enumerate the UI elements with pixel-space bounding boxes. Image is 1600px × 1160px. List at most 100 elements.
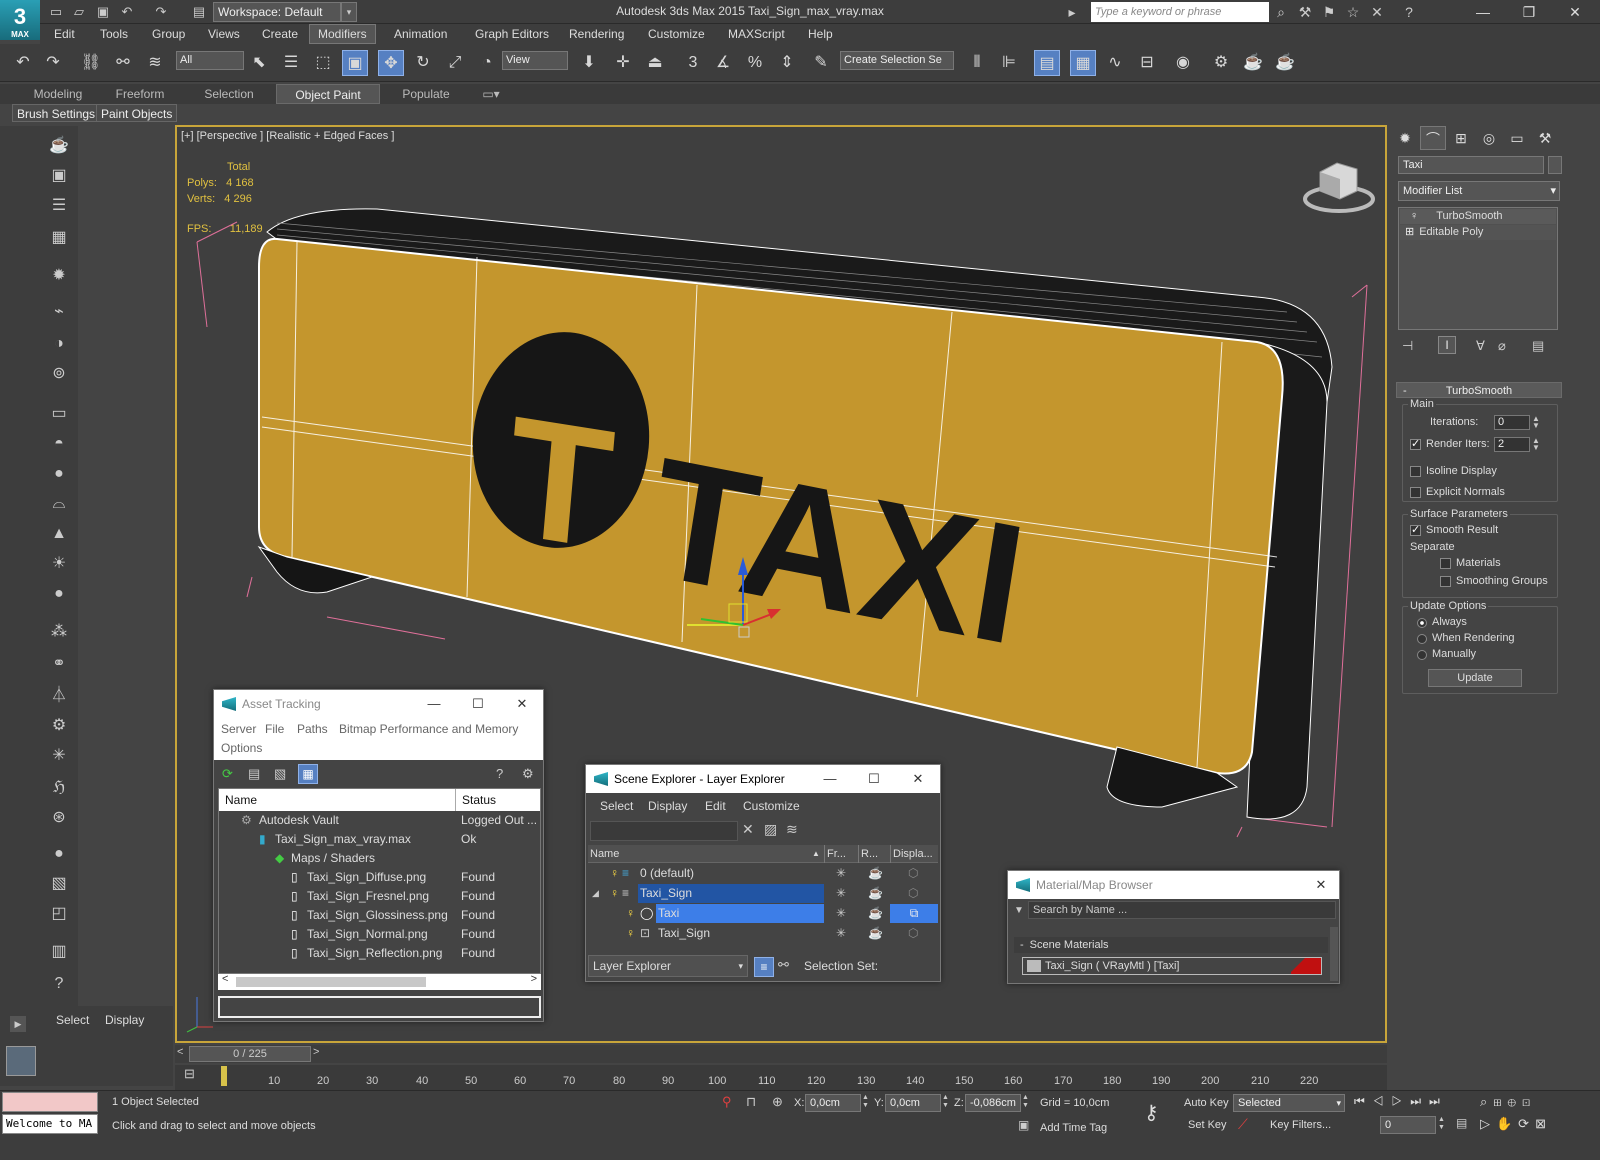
rectangular-selection-icon[interactable]: ⬚: [310, 50, 336, 76]
table-row[interactable]: ▮ Taxi_Sign_max_vray.max Ok: [219, 830, 540, 849]
display-label[interactable]: Display: [105, 1013, 144, 1027]
bulb-icon[interactable]: ♀: [1400, 210, 1428, 222]
smoothing-groups-checkbox[interactable]: [1440, 576, 1451, 587]
lock-selection-icon[interactable]: ⊓: [746, 1094, 756, 1110]
current-frame-field[interactable]: 0: [1380, 1116, 1436, 1134]
table-view-icon[interactable]: ▦: [298, 764, 318, 784]
menu-edit[interactable]: Edit: [46, 24, 83, 44]
list-view-icon[interactable]: ▤: [248, 766, 260, 782]
menu-group[interactable]: Group: [144, 24, 193, 44]
menu-help[interactable]: Help: [800, 24, 841, 44]
find-icon[interactable]: ▨: [764, 821, 777, 838]
render-setup-icon[interactable]: ⚙: [1208, 50, 1234, 76]
render-production-icon[interactable]: ☕: [1272, 50, 1298, 76]
transform-mode-icon[interactable]: ⊕: [772, 1094, 783, 1110]
redo-icon[interactable]: ↷: [40, 50, 66, 76]
minimize-button[interactable]: —: [412, 690, 456, 718]
scroll-left-icon[interactable]: <: [222, 973, 228, 985]
table-row[interactable]: ▯ Taxi_Sign_Fresnel.png Found: [219, 887, 540, 906]
menu-rendering[interactable]: Rendering: [561, 24, 632, 44]
help-icon[interactable]: ?: [496, 766, 503, 781]
object-color-swatch[interactable]: [1548, 156, 1562, 174]
key-filters-button[interactable]: Key Filters...: [1270, 1119, 1331, 1131]
layers-icon[interactable]: ◰: [47, 902, 71, 926]
window-crossing-icon[interactable]: ▣: [342, 50, 368, 76]
close-button[interactable]: ✕: [896, 765, 940, 793]
collapse-arrow-icon[interactable]: ◢: [592, 884, 599, 903]
explorer-type-dropdown[interactable]: Layer Explorer ▾: [588, 955, 748, 977]
menu-maxscript[interactable]: MAXScript: [720, 24, 793, 44]
render-teapot-icon[interactable]: ☕: [868, 864, 883, 883]
rendered-frame-window-icon[interactable]: ☕: [1240, 50, 1266, 76]
search-input[interactable]: Type a keyword or phrase: [1091, 2, 1269, 22]
col-status-header[interactable]: Status: [455, 789, 496, 811]
app-logo-button[interactable]: 3 MAX: [0, 0, 40, 40]
minimize-button[interactable]: —: [1460, 0, 1506, 24]
col-freeze-header[interactable]: Fr...: [824, 845, 846, 863]
hierarchy-tab-icon[interactable]: ⊞: [1448, 126, 1474, 150]
molecule-icon[interactable]: ⚭: [47, 652, 71, 676]
spinner-arrows-icon[interactable]: ▲ ▼: [1532, 437, 1540, 452]
freeze-icon[interactable]: ✳: [836, 864, 846, 883]
create-tab-icon[interactable]: ✹: [1392, 126, 1418, 150]
grass-icon[interactable]: ✳: [47, 744, 71, 768]
material-browser-titlebar[interactable]: Material/Map Browser ✕: [1008, 871, 1339, 899]
select-and-move-icon[interactable]: ✥: [378, 50, 404, 76]
undo-icon[interactable]: ↶: [118, 3, 136, 21]
viewport-nav-top[interactable]: ⌕⊞⊕⊡: [1480, 1094, 1536, 1110]
display-box-icon[interactable]: ⬡: [908, 924, 918, 943]
object-name-field[interactable]: Taxi: [1398, 156, 1544, 174]
hierarchy-mode-icon[interactable]: ⚯: [778, 957, 789, 973]
bulb-icon[interactable]: ♀: [626, 924, 635, 943]
menu-graph-editors[interactable]: Graph Editors: [467, 24, 557, 44]
binoculars-icon[interactable]: ⌕: [1272, 3, 1290, 21]
select-object-icon[interactable]: ⬉: [246, 50, 272, 76]
subtab-brush-settings[interactable]: Brush Settings: [12, 104, 101, 122]
smooth-result-checkbox[interactable]: [1410, 523, 1421, 536]
maximize-button[interactable]: ❐: [1506, 0, 1552, 24]
select-and-scale-icon[interactable]: ⤢: [442, 50, 468, 76]
viewcube[interactable]: [1303, 162, 1375, 213]
scene-search-input[interactable]: [590, 821, 738, 841]
bulb-icon[interactable]: ♀: [626, 904, 635, 923]
col-name-header[interactable]: Name: [225, 789, 257, 811]
scene-explorer-icon[interactable]: ▦: [1070, 50, 1096, 76]
table-row[interactable]: ◆ Maps / Shaders: [219, 849, 540, 868]
plane-icon[interactable]: ▭: [47, 402, 71, 426]
workspace-arrow-icon[interactable]: ▾: [341, 2, 357, 22]
thumbnail-view-icon[interactable]: ▧: [274, 766, 286, 782]
viewport-thumbnail[interactable]: [6, 1046, 36, 1076]
table-row[interactable]: ⚙ Autodesk Vault Logged Out ...: [219, 811, 540, 830]
clear-search-icon[interactable]: ✕: [742, 821, 754, 838]
mirror-icon[interactable]: ⫴: [964, 50, 990, 76]
ribbon-options-icon[interactable]: ▭▾: [476, 84, 506, 104]
expand-plus-icon[interactable]: ⊞: [1400, 226, 1419, 238]
current-frame-marker[interactable]: [221, 1066, 227, 1086]
menu-customize[interactable]: Customize: [743, 799, 800, 813]
menu-modifiers[interactable]: Modifiers: [309, 24, 376, 44]
scroll-thumb[interactable]: [236, 977, 426, 987]
placement-icon[interactable]: ◔: [474, 50, 500, 76]
set-key-button[interactable]: Set Key: [1188, 1119, 1227, 1131]
vertical-scrollbar[interactable]: [1330, 927, 1338, 981]
table-row[interactable]: ▯ Taxi_Sign_Glossiness.png Found: [219, 906, 540, 925]
list-icon[interactable]: ☰: [47, 194, 71, 218]
material-item[interactable]: Taxi_Sign ( VRayMtl ) [Taxi]: [1022, 957, 1322, 975]
sun-icon[interactable]: ☀: [47, 552, 71, 576]
render-iters-checkbox[interactable]: [1410, 437, 1421, 450]
camera-icon[interactable]: ⌁: [47, 300, 71, 324]
save-file-icon[interactable]: ▣: [94, 3, 112, 21]
prev-frame-icon[interactable]: <: [177, 1046, 183, 1058]
table-row[interactable]: ▯ Taxi_Sign_Diffuse.png Found: [219, 868, 540, 887]
select-and-rotate-icon[interactable]: ↻: [410, 50, 436, 76]
menu-file[interactable]: File: [265, 722, 284, 736]
y-coordinate-field[interactable]: 0,0cm: [885, 1094, 941, 1112]
z-spinner-icon[interactable]: ▲ ▼: [1022, 1094, 1029, 1110]
horizontal-scrollbar[interactable]: < >: [218, 973, 541, 990]
freeze-icon[interactable]: ✳: [836, 884, 846, 903]
menu-display[interactable]: Display: [648, 799, 687, 813]
tab-freeform[interactable]: Freeform: [100, 84, 180, 104]
keyboard-shortcut-icon[interactable]: ⏏: [642, 50, 668, 76]
expand-arrow-icon[interactable]: ▶: [10, 1016, 26, 1032]
sky-icon[interactable]: ●: [47, 582, 71, 606]
